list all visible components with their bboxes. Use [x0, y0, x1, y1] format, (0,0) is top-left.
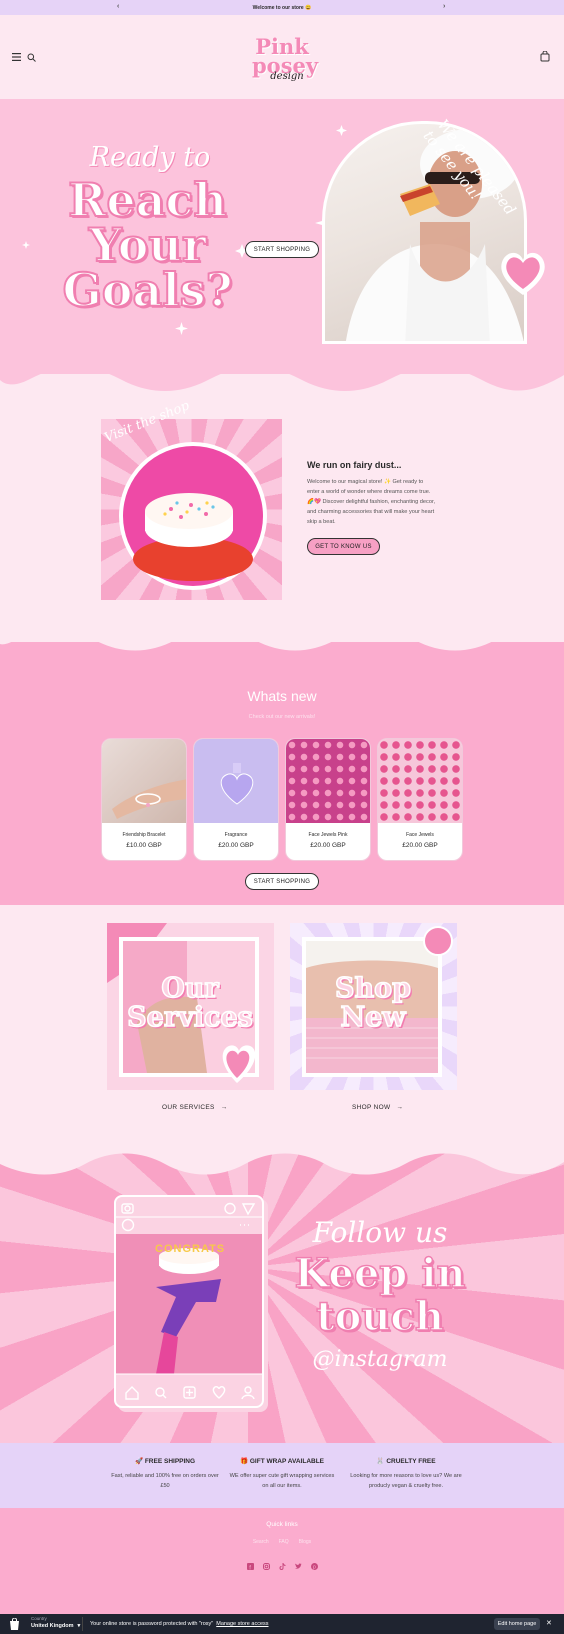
follow-headline-line2: touch	[315, 1293, 444, 1340]
feature-free-shipping: 🚀 FREE SHIPPING Fast, reliable and 100% …	[110, 1457, 220, 1491]
feature-cruelty-free: 🐰 CRUELTY FREE Looking for more reasons …	[345, 1457, 467, 1491]
hero-wave-divider	[0, 355, 564, 391]
whats-new-title: Whats new	[247, 688, 317, 704]
announcement-next-icon[interactable]: ›	[443, 3, 445, 10]
facebook-icon[interactable]: f	[246, 1563, 254, 1571]
announcement-bar: ‹ Welcome to our store 😄 ›	[0, 0, 564, 15]
shopify-bag-icon	[10, 1618, 19, 1630]
twitter-icon[interactable]	[294, 1563, 302, 1570]
whats-new-subtitle: Check out our new arrivals!	[248, 714, 316, 720]
manage-store-access-link[interactable]: Manage store access	[216, 1621, 268, 1627]
feature-title: 🎁 GIFT WRAP AVAILABLE	[239, 1458, 325, 1465]
hero-headline-line1: Reach	[67, 173, 228, 227]
country-value: United Kingdom	[31, 1623, 74, 1629]
product-image[interactable]	[378, 739, 462, 823]
feature-body: Looking for more reasons to love us? We …	[350, 1473, 462, 1489]
product-price: £10.00 GBP	[126, 842, 162, 849]
search-icon[interactable]	[26, 53, 36, 63]
footer-link-search[interactable]: Search	[253, 1539, 269, 1545]
product-image[interactable]	[194, 739, 278, 823]
close-icon[interactable]: ✕	[546, 1619, 552, 1627]
shop-now-label: SHOP NOW	[352, 1104, 391, 1111]
footer-link-faq[interactable]: FAQ	[279, 1539, 289, 1545]
instagram-phone-mockup[interactable]	[114, 1195, 264, 1408]
admin-preview-bar: Country United Kingdom ▾ Your online sto…	[0, 1614, 564, 1634]
password-message: Your online store is password protected …	[90, 1621, 269, 1627]
arrow-right-icon: →	[220, 1104, 228, 1111]
whats-new-section	[0, 642, 564, 905]
announcement-prev-icon[interactable]: ‹	[117, 3, 119, 10]
our-services-link[interactable]: OUR SERVICES →	[162, 1104, 227, 1111]
features-section: 🚀 FREE SHIPPING Fast, reliable and 100% …	[0, 1443, 564, 1508]
follow-script: Follow us	[312, 1216, 448, 1249]
services-section	[0, 905, 564, 1150]
product-card[interactable]: Face Jewels Pink £20.00 GBP	[285, 738, 371, 861]
hero-headline-line3: Goals?	[61, 263, 233, 317]
get-to-know-us-button[interactable]: GET TO KNOW US	[307, 538, 380, 555]
feature-body: Fast, reliable and 100% free on orders o…	[111, 1473, 219, 1489]
product-image[interactable]	[286, 739, 370, 823]
feature-gift-wrap: 🎁 GIFT WRAP AVAILABLE WE offer super cut…	[226, 1457, 338, 1491]
product-image[interactable]	[102, 739, 186, 823]
follow-wave-divider	[0, 1150, 564, 1175]
arrow-right-icon: →	[396, 1104, 404, 1111]
edit-home-page-button[interactable]: Edit home page	[494, 1618, 540, 1630]
product-name: Friendship Bracelet	[122, 832, 166, 838]
product-card[interactable]: Face Jewels £20.00 GBP	[377, 738, 463, 861]
product-card[interactable]: Friendship Bracelet £10.00 GBP	[101, 738, 187, 861]
chevron-down-icon: ▾	[77, 1623, 81, 1629]
site-header: Pink posey design	[0, 15, 564, 99]
password-message-text: Your online store is password protected …	[90, 1621, 214, 1627]
footer-link-blogs[interactable]: Blogs	[299, 1539, 312, 1545]
shop-now-link[interactable]: SHOP NOW →	[352, 1104, 403, 1111]
pinterest-icon[interactable]: p	[310, 1563, 318, 1571]
instagram-handle[interactable]: @instagram	[300, 1347, 460, 1372]
svg-text:p: p	[313, 1565, 316, 1570]
hero-headline-line2: Your	[88, 218, 207, 272]
hero-script-text: Ready to	[89, 142, 211, 173]
product-price: £20.00 GBP	[310, 842, 346, 849]
country-label: Country	[31, 1616, 47, 1621]
product-price: £20.00 GBP	[218, 842, 254, 849]
quick-links-title: Quick links	[266, 1521, 298, 1528]
our-services-label: OUR SERVICES	[162, 1104, 215, 1111]
social-links: f p	[0, 1562, 564, 1571]
our-services-word1: Our	[161, 973, 220, 1004]
country-selector[interactable]: United Kingdom ▾	[31, 1623, 80, 1629]
product-price: £20.00 GBP	[402, 842, 438, 849]
site-logo[interactable]: Pink posey design	[252, 36, 318, 92]
about-section	[0, 374, 564, 642]
product-name: Face Jewels Pink	[308, 832, 348, 838]
product-name: Fragrance	[224, 832, 248, 838]
announcement-text: Welcome to our store 😄	[252, 4, 312, 11]
about-image	[101, 419, 282, 600]
news-start-shopping-button[interactable]: START SHOPPING	[245, 873, 319, 890]
shop-new-word1: Shop	[334, 973, 412, 1004]
our-services-word2: Services	[126, 1002, 253, 1033]
product-card[interactable]: Fragrance £20.00 GBP	[193, 738, 279, 861]
feature-title: 🚀 FREE SHIPPING	[134, 1458, 196, 1465]
quick-links-list: Search FAQ Blogs	[0, 1539, 564, 1545]
news-wave-divider	[0, 630, 564, 651]
feature-body: WE offer super cute gift wrapping servic…	[229, 1473, 335, 1489]
menu-icon[interactable]	[11, 53, 21, 63]
cake-topper-text: CONGRATS	[155, 1243, 226, 1255]
cart-icon[interactable]	[540, 50, 550, 62]
about-title: We run on fairy dust...	[307, 460, 402, 470]
instagram-icon[interactable]	[262, 1563, 270, 1570]
product-name: Face Jewels	[406, 832, 434, 838]
admin-divider	[82, 1617, 83, 1631]
shop-new-word2: New	[340, 1002, 407, 1033]
follow-headline-line1: Keep in	[294, 1250, 466, 1297]
tiktok-icon[interactable]	[279, 1562, 286, 1570]
feature-title: 🐰 CRUELTY FREE	[376, 1458, 436, 1465]
hero-start-shopping-button[interactable]: START SHOPPING	[245, 241, 319, 258]
heart-sticker-icon	[501, 252, 545, 295]
about-body: Welcome to our magical store! ✨ Get read…	[307, 479, 436, 525]
